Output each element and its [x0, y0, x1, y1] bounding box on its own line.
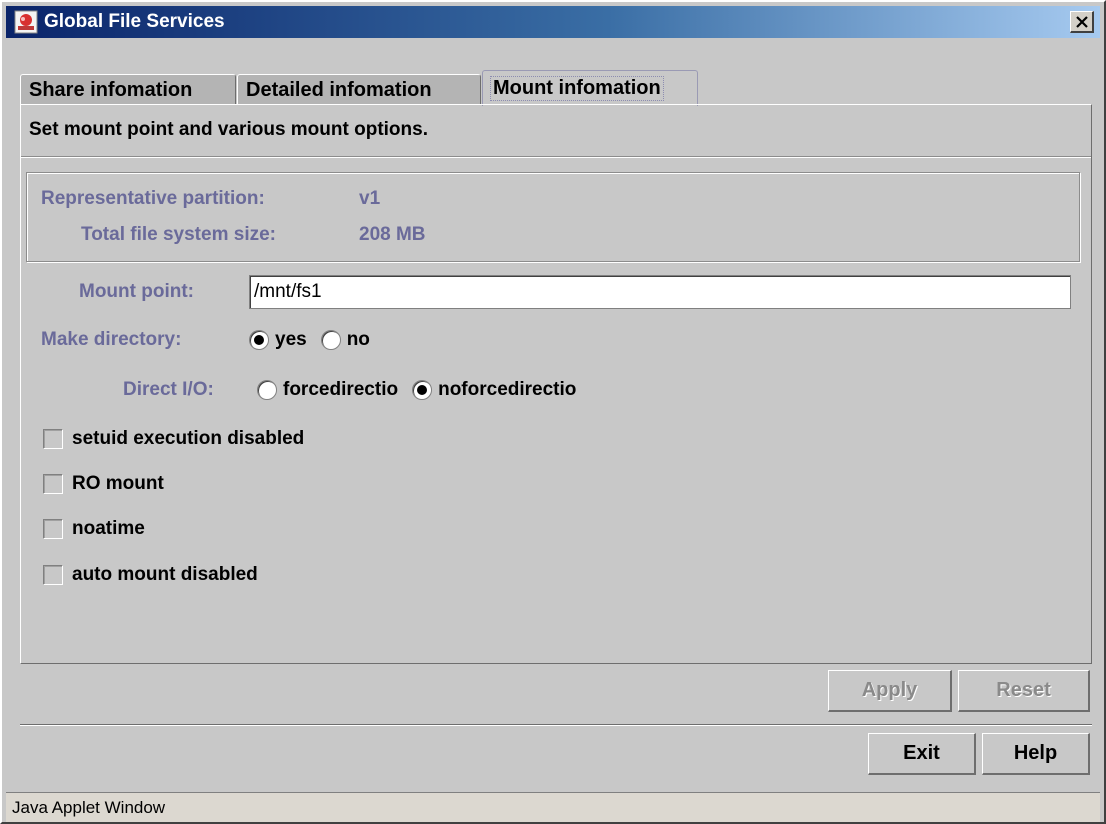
setuid-disabled-label[interactable]: setuid execution disabled — [72, 428, 304, 450]
tab-mount-infomation[interactable]: Mount infomation — [482, 70, 698, 106]
apply-button[interactable]: Apply — [828, 670, 952, 712]
noatime-checkbox[interactable] — [43, 519, 63, 539]
app-logo-icon — [14, 10, 38, 34]
make-directory-label: Make directory: — [41, 329, 182, 350]
setuid-disabled-checkbox[interactable] — [43, 429, 63, 449]
tab-label: Mount infomation — [490, 76, 664, 101]
ro-mount-label[interactable]: RO mount — [72, 473, 164, 495]
make-directory-no-label[interactable]: no — [347, 329, 370, 351]
total-size-value: 208 MB — [359, 224, 426, 245]
button-divider-highlight — [20, 725, 1092, 726]
noatime-label[interactable]: noatime — [72, 518, 145, 540]
window-title: Global File Services — [44, 11, 225, 32]
mount-point-input[interactable] — [249, 275, 1071, 309]
direct-io-label: Direct I/O: — [123, 379, 214, 400]
tab-label: Detailed infomation — [246, 78, 432, 101]
help-button[interactable]: Help — [982, 733, 1090, 775]
tab-label: Share infomation — [29, 78, 193, 101]
mount-point-label: Mount point: — [79, 281, 195, 302]
tab-detailed-infomation[interactable]: Detailed infomation — [237, 74, 481, 105]
make-directory-yes-radio[interactable] — [249, 330, 269, 350]
auto-mount-disabled-row[interactable]: auto mount disabled — [43, 564, 258, 586]
tab-bar: Share infomation Detailed infomation Mou… — [20, 68, 1106, 106]
auto-mount-disabled-label[interactable]: auto mount disabled — [72, 564, 258, 586]
noforcedirectio-radio[interactable] — [412, 380, 433, 400]
app-window: Global File Services Share infomation De… — [0, 0, 1106, 824]
close-window-button[interactable] — [1070, 11, 1094, 33]
title-bar[interactable]: Global File Services — [6, 6, 1100, 38]
partition-info-box: Representative partition: v1 Total file … — [26, 172, 1080, 262]
setuid-disabled-row[interactable]: setuid execution disabled — [43, 428, 304, 450]
status-bar: Java Applet Window — [6, 792, 1100, 822]
close-icon — [1075, 15, 1088, 28]
ro-mount-checkbox[interactable] — [43, 474, 63, 494]
auto-mount-disabled-checkbox[interactable] — [43, 565, 63, 585]
exit-button[interactable]: Exit — [868, 733, 976, 775]
representative-partition-label: Representative partition: — [41, 188, 265, 209]
make-directory-no-radio[interactable] — [320, 330, 341, 350]
forcedirectio-radio[interactable] — [257, 380, 277, 400]
reset-button[interactable]: Reset — [958, 670, 1090, 712]
representative-partition-value: v1 — [359, 188, 381, 209]
noatime-row[interactable]: noatime — [43, 518, 145, 540]
ro-mount-row[interactable]: RO mount — [43, 473, 164, 495]
make-directory-radio-group: yes no — [249, 329, 384, 351]
noforcedirectio-label[interactable]: noforcedirectio — [438, 379, 576, 401]
mount-information-panel: Set mount point and various mount option… — [20, 104, 1092, 664]
make-directory-yes-label[interactable]: yes — [275, 329, 307, 351]
forcedirectio-label[interactable]: forcedirectio — [283, 379, 398, 401]
separator-highlight — [21, 157, 1091, 158]
direct-io-radio-group: forcedirectio noforcedirectio — [257, 379, 590, 401]
total-size-label: Total file system size: — [81, 224, 276, 245]
panel-instruction: Set mount point and various mount option… — [29, 119, 428, 140]
tab-share-infomation[interactable]: Share infomation — [20, 74, 236, 105]
